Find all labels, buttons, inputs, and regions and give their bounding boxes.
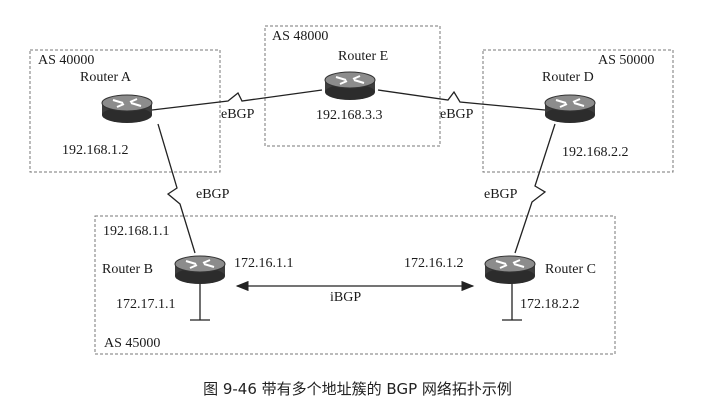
router-d-icon [544,94,596,123]
router-e-icon [324,71,376,100]
link-a-e-label: eBGP [221,107,255,122]
router-a-ip: 192.168.1.2 [62,143,129,158]
router-c-lan-stub [502,283,522,321]
router-b-icon [174,255,226,284]
router-e-ip: 192.168.3.3 [316,108,383,123]
router-a-name: Router A [80,70,131,85]
link-a-b-label: eBGP [196,187,230,202]
router-d-ip: 192.168.2.2 [562,145,629,160]
as48000-label: AS 48000 [272,29,329,44]
router-c-name: Router C [545,262,596,277]
figure-caption: 图 9-46 带有多个地址簇的 BGP 网络拓扑示例 [203,380,512,398]
link-d-c-label: eBGP [484,187,518,202]
router-c-icon [484,255,536,284]
router-d-name: Router D [542,70,594,85]
router-b-ip-right: 172.16.1.1 [234,256,294,271]
router-c-ip-lan: 172.18.2.2 [520,297,580,312]
router-e-name: Router E [338,49,389,64]
router-b-name: Router B [102,262,153,277]
link-b-c-label: iBGP [330,290,362,305]
router-a-icon [101,94,153,123]
link-e-d-label: eBGP [440,107,474,122]
as50000-label: AS 50000 [598,53,655,68]
router-b-ip-lan: 172.17.1.1 [116,297,176,312]
as45000-box [94,215,616,355]
router-c-ip-left: 172.16.1.2 [404,256,464,271]
bgp-topology-diagram: AS 40000 AS 48000 AS 50000 AS 45000 Rout… [0,0,715,415]
as40000-label: AS 40000 [38,53,95,68]
link-d-c [514,123,556,254]
router-b-ip-top: 192.168.1.1 [103,224,170,239]
router-b-lan-stub [190,283,210,321]
as45000-label: AS 45000 [104,336,161,351]
